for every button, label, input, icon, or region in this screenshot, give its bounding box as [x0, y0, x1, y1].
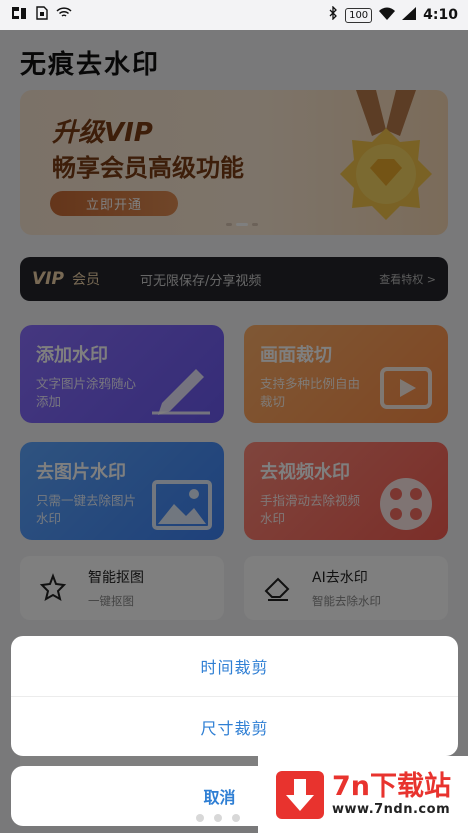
wifi-icon	[379, 7, 396, 24]
baidu-paw-icon	[10, 4, 28, 26]
bluetooth-icon	[329, 5, 338, 24]
wifi-icon	[56, 7, 72, 23]
sim-icon	[36, 6, 48, 24]
site-watermark: 7n下载站 www.7ndn.com	[258, 756, 468, 833]
battery-icon: 100	[345, 7, 373, 23]
time-crop-option[interactable]: 时间裁剪	[11, 636, 458, 696]
signal-icon	[402, 6, 417, 24]
watermark-brand: 7n下载站	[332, 771, 452, 802]
download-arrow-icon	[276, 770, 324, 819]
status-bar: 100 4:10	[0, 0, 468, 30]
page-dot	[196, 814, 204, 822]
page-dot	[232, 814, 240, 822]
page-indicator	[196, 814, 240, 822]
size-crop-option[interactable]: 尺寸裁剪	[11, 696, 458, 756]
watermark-url: www.7ndn.com	[332, 802, 451, 817]
status-time: 4:10	[423, 7, 458, 23]
crop-action-sheet: 时间裁剪 尺寸裁剪	[11, 636, 458, 756]
page-dot	[214, 814, 222, 822]
